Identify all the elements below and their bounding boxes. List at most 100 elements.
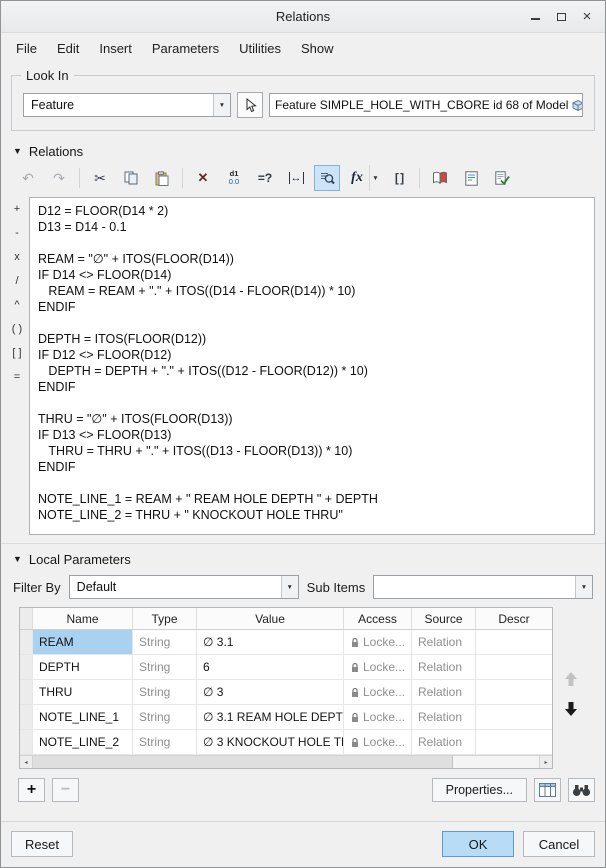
param-descr-cell[interactable] [476, 680, 552, 704]
op-divide-button[interactable]: / [8, 272, 27, 289]
menu-utilities[interactable]: Utilities [230, 36, 290, 61]
sorted-relations-button[interactable] [458, 165, 484, 191]
chevron-glyph: ▼ [581, 584, 587, 591]
param-descr-cell[interactable] [476, 655, 552, 679]
insert-operator-button[interactable]: [ ] [386, 165, 412, 191]
param-source-cell[interactable]: Relation [412, 655, 476, 679]
param-name-cell[interactable]: DEPTH [33, 655, 133, 679]
reference-field[interactable]: Feature SIMPLE_HOLE_WITH_CBORE id 68 of … [269, 93, 583, 117]
maximize-button[interactable] [551, 8, 571, 26]
row-selector-cell[interactable] [20, 705, 33, 729]
row-selector-cell[interactable] [20, 655, 33, 679]
scroll-thumb[interactable] [33, 756, 453, 768]
menu-file[interactable]: File [7, 36, 46, 61]
function-dropdown[interactable]: ▼ [369, 165, 381, 191]
param-access-cell[interactable]: Locke... [344, 655, 412, 679]
param-name-cell[interactable]: REAM [33, 630, 133, 654]
menu-parameters[interactable]: Parameters [143, 36, 228, 61]
table-columns-icon [539, 783, 556, 797]
param-access-text: Locke... [363, 735, 405, 749]
param-descr-cell[interactable] [476, 705, 552, 729]
op-multiply-button[interactable]: x [8, 248, 27, 265]
op-parens-button[interactable]: ( ) [8, 320, 27, 337]
param-access-text: Locke... [363, 635, 405, 649]
param-value-cell[interactable]: ∅ 3 [197, 680, 344, 704]
op-equals-button[interactable]: = [8, 368, 27, 385]
minimize-button[interactable] [525, 8, 545, 26]
local-parameters-section-header[interactable]: ▼ Local Parameters [1, 543, 605, 571]
evaluate-button[interactable]: =? [252, 165, 278, 191]
filter-by-select[interactable]: Default ▼ [69, 575, 299, 599]
cut-button[interactable]: ✂ [87, 165, 113, 191]
filter-by-label: Filter By [13, 580, 61, 595]
row-selector-cell[interactable] [20, 630, 33, 654]
relations-code-editor[interactable]: D12 = FLOOR(D14 * 2) D13 = D14 - 0.1 REA… [29, 197, 595, 535]
properties-button[interactable]: Properties... [432, 778, 527, 802]
menu-show[interactable]: Show [292, 36, 343, 61]
move-down-button[interactable] [560, 699, 582, 719]
highlight-relations-button[interactable] [314, 165, 340, 191]
param-value-cell[interactable]: ∅ 3.1 [197, 630, 344, 654]
scroll-left-button[interactable]: ◂ [20, 756, 33, 768]
paste-button[interactable] [149, 165, 175, 191]
param-name-cell[interactable]: THRU [33, 680, 133, 704]
menu-insert[interactable]: Insert [90, 36, 141, 61]
param-type-cell[interactable]: String [133, 730, 197, 754]
row-selector-cell[interactable] [20, 680, 33, 704]
ok-button[interactable]: OK [442, 831, 514, 857]
param-source-cell[interactable]: Relation [412, 680, 476, 704]
param-access-cell[interactable]: Locke... [344, 630, 412, 654]
param-source-cell[interactable]: Relation [412, 730, 476, 754]
chevron-down-icon: ▼ [372, 175, 378, 182]
find-parameter-button[interactable] [568, 778, 595, 802]
undo-button[interactable]: ↶ [15, 165, 41, 191]
param-descr-cell[interactable] [476, 630, 552, 654]
verify-relations-button[interactable] [489, 165, 515, 191]
row-selector-cell[interactable] [20, 730, 33, 754]
sub-items-select[interactable]: ▼ [373, 575, 593, 599]
param-name-cell[interactable]: NOTE_LINE_1 [33, 705, 133, 729]
relations-section-header[interactable]: ▼ Relations [1, 139, 605, 163]
op-plus-button[interactable]: + [8, 200, 27, 217]
toggle-dimension-display-button[interactable]: d10.0 [221, 165, 247, 191]
param-access-cell[interactable]: Locke... [344, 705, 412, 729]
collapse-triangle-icon: ▼ [13, 555, 22, 564]
param-source-cell[interactable]: Relation [412, 630, 476, 654]
remove-parameter-button[interactable]: − [52, 778, 79, 802]
relations-code-text[interactable]: D12 = FLOOR(D14 * 2) D13 = D14 - 0.1 REA… [30, 198, 594, 528]
param-type-cell[interactable]: String [133, 680, 197, 704]
op-minus-button[interactable]: - [8, 224, 27, 241]
param-value-cell[interactable]: 6 [197, 655, 344, 679]
param-value-cell[interactable]: ∅ 3 KNOCKOUT HOLE THRU [197, 730, 344, 754]
move-up-button[interactable] [560, 669, 582, 689]
param-access-cell[interactable]: Locke... [344, 730, 412, 754]
param-descr-cell[interactable] [476, 730, 552, 754]
customize-columns-button[interactable] [534, 778, 561, 802]
cancel-button[interactable]: Cancel [523, 831, 595, 857]
insert-function-button[interactable]: fx ▼ [345, 165, 381, 191]
toolbar-separator [182, 168, 183, 188]
op-brackets-button[interactable]: [ ] [8, 344, 27, 361]
copy-button[interactable] [118, 165, 144, 191]
scissors-icon: ✂ [94, 170, 106, 186]
look-in-type-select[interactable]: Feature ▼ [23, 93, 231, 117]
param-type-cell[interactable]: String [133, 630, 197, 654]
object-picker-button[interactable] [237, 92, 263, 118]
param-type-cell[interactable]: String [133, 705, 197, 729]
redo-button[interactable]: ↷ [46, 165, 72, 191]
units-button[interactable]: ↔ [283, 165, 309, 191]
param-access-cell[interactable]: Locke... [344, 680, 412, 704]
op-power-button[interactable]: ^ [8, 296, 27, 313]
param-value-cell[interactable]: ∅ 3.1 REAM HOLE DEPTH 6 [197, 705, 344, 729]
relation-library-button[interactable] [427, 165, 453, 191]
reset-button[interactable]: Reset [11, 831, 73, 857]
close-button[interactable]: × [577, 8, 597, 26]
scroll-right-button[interactable]: ▸ [539, 756, 552, 768]
menu-edit[interactable]: Edit [48, 36, 88, 61]
param-name-cell[interactable]: NOTE_LINE_2 [33, 730, 133, 754]
param-source-cell[interactable]: Relation [412, 705, 476, 729]
scroll-track[interactable] [33, 756, 539, 768]
add-parameter-button[interactable]: + [18, 778, 45, 802]
param-type-cell[interactable]: String [133, 655, 197, 679]
delete-button[interactable]: ✕ [190, 165, 216, 191]
